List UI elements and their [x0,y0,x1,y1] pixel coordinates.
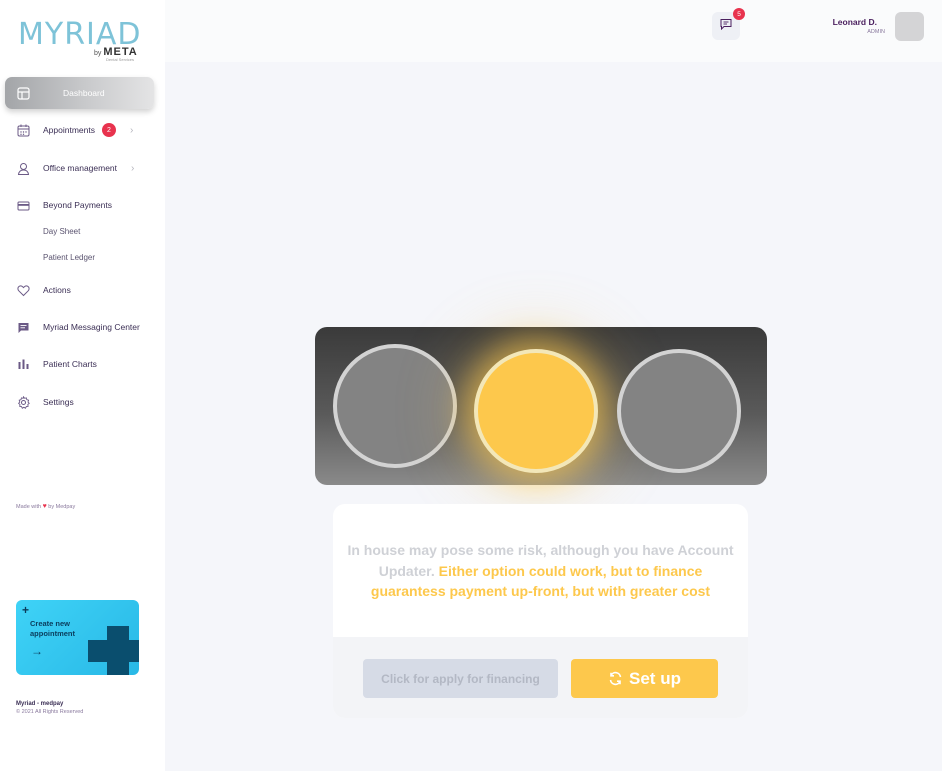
arrow-right-icon: → [31,644,43,658]
avatar[interactable] [895,12,924,41]
sidebar-item-appointments[interactable]: Appointments 2 › [5,114,154,146]
dashboard-icon [16,86,30,100]
top-bar [165,0,942,62]
recommendation-card: In house may pose some risk, although yo… [333,504,748,718]
gear-icon [16,395,30,409]
sidebar-item-label: Office management [43,163,118,173]
setup-button[interactable]: Set up [571,659,718,698]
made-with-suffix: by Medpay [48,504,76,510]
plus-icon: + [22,603,30,617]
footer-brand: Myriad - medpay [16,701,64,707]
sidebar-item-patient-charts[interactable]: Patient Charts [5,348,154,380]
appointments-badge: 2 [101,123,116,137]
chat-icon [16,320,30,334]
bar-chart-icon [16,357,30,371]
user-role: ADMIN [867,29,885,35]
sidebar-item-label: Settings [43,397,74,407]
sidebar-item-beyond-payments[interactable]: Beyond Payments [5,189,154,221]
user-name[interactable]: Leonard D. [833,17,877,27]
refresh-icon [608,671,623,686]
traffic-light-yellow-lamp [474,349,598,473]
sidebar-item-actions[interactable]: Actions [5,274,154,306]
logo-by: by [94,50,102,57]
create-appointment-label: Create new appointment [30,619,75,638]
heart-icon [16,283,30,297]
sidebar-item-label: Appointments [43,125,95,135]
sidebar-item-dashboard[interactable]: Dashboard [5,77,154,109]
sidebar-subitem-patient-ledger[interactable]: Patient Ledger [43,253,95,262]
traffic-light-red-lamp [333,344,457,468]
sidebar-item-label: Dashboard [63,88,105,98]
recommendation-text: In house may pose some risk, although yo… [333,540,748,602]
logo-tag: Dental Services [106,57,135,62]
traffic-light-green-lamp [617,349,741,473]
sidebar-item-messaging-center[interactable]: Myriad Messaging Center [5,311,154,343]
sidebar-item-label: Patient Charts [43,359,97,369]
cross-decoration-horizontal [88,640,139,662]
message-icon [720,17,732,35]
setup-button-label: Set up [629,668,681,688]
heart-icon: ♥ [42,503,47,510]
sidebar-item-label: Myriad Messaging Center [43,322,140,332]
sidebar-item-label: Beyond Payments [43,200,112,210]
apply-financing-button[interactable]: Click for apply for financing [363,659,558,698]
chevron-right-icon: › [129,124,134,136]
card-icon [16,198,30,212]
sidebar-subitem-day-sheet[interactable]: Day Sheet [43,227,80,236]
sidebar-item-label: Actions [43,285,71,295]
sidebar-item-office-management[interactable]: Office management › [5,152,154,184]
create-appointment-card[interactable]: + Create new appointment → [16,600,139,675]
footer-copyright: © 2021 All Rights Reserved [16,709,84,715]
message-count-badge: 5 [733,8,745,20]
recommendation-actions: Click for apply for financing Set up [333,637,748,718]
calendar-icon [16,123,30,137]
sidebar-item-settings[interactable]: Settings [5,386,154,418]
sidebar: MYRIAD by META Dental Services Dashboard… [0,0,165,771]
myriad-logo[interactable]: MYRIAD by META Dental Services [18,18,143,63]
traffic-light [315,327,767,485]
made-with-text: Made with ♥ by Medpay [16,503,75,510]
chevron-right-icon: › [131,162,135,174]
made-with-prefix: Made with [16,504,42,510]
user-icon [16,161,30,175]
